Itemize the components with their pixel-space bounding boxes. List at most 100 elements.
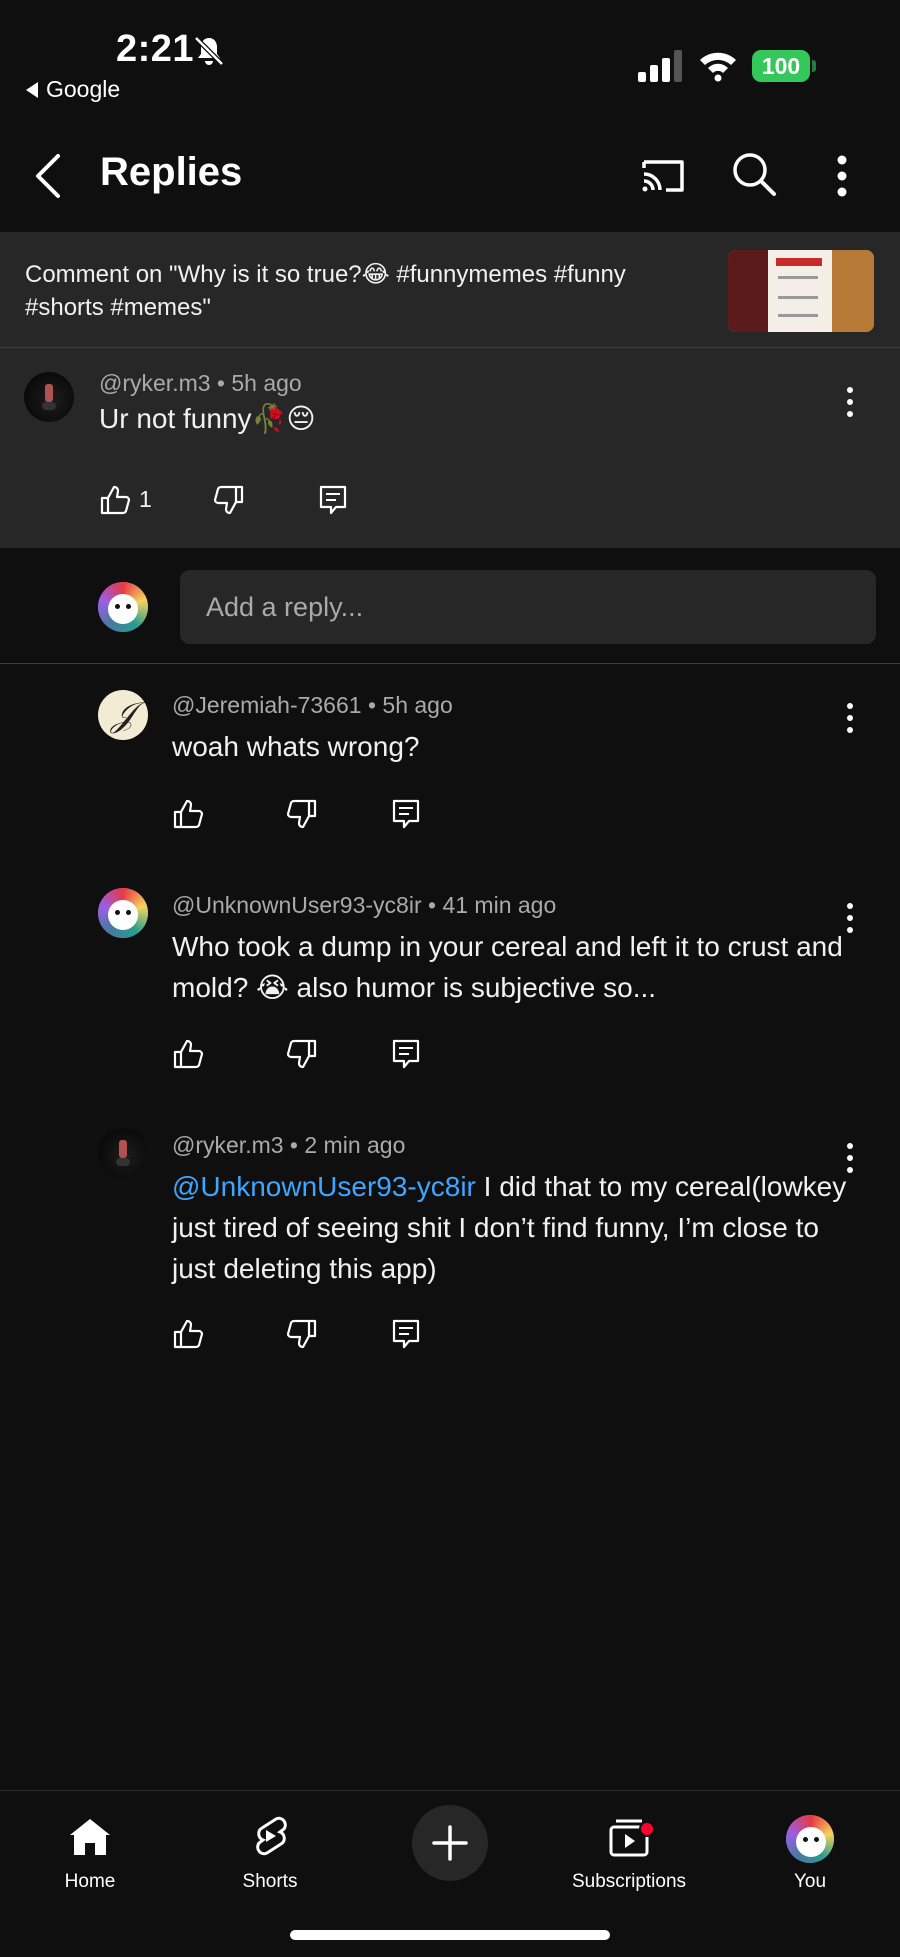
comment-actions	[172, 798, 432, 838]
avatar-figure	[116, 1158, 130, 1166]
more-vert-icon[interactable]	[840, 900, 860, 936]
thumbs-up-icon[interactable]	[99, 484, 131, 516]
nav-subscriptions[interactable]: Subscriptions	[549, 1805, 709, 1905]
battery-indicator: 100	[752, 50, 816, 82]
reply-item: @UnknownUser93-yc8ir • 41 min ago Who to…	[0, 864, 900, 1094]
header: Replies	[0, 120, 900, 232]
comment-time: 5h ago	[231, 370, 302, 396]
avatar	[98, 582, 148, 632]
comment-text: @UnknownUser93-yc8ir I did that to my ce…	[172, 1166, 852, 1289]
avatar	[786, 1815, 834, 1863]
nav-label: You	[793, 1871, 827, 1892]
avatar[interactable]	[98, 1128, 148, 1178]
notification-dot	[639, 1821, 655, 1837]
page-title: Replies	[100, 150, 243, 194]
comment-actions	[172, 1318, 432, 1358]
nav-label: Home	[64, 1871, 116, 1892]
thumbs-down-icon[interactable]	[286, 1038, 318, 1070]
nav-you[interactable]: You	[730, 1805, 890, 1905]
battery-level: 100	[752, 50, 810, 82]
comment-author[interactable]: @Jeremiah-73661	[172, 692, 362, 718]
avatar-eyes	[115, 604, 120, 609]
thumbs-down-icon[interactable]	[213, 484, 245, 516]
comment-text: woah whats wrong?	[172, 731, 420, 762]
plus-icon	[432, 1825, 468, 1861]
comment-author[interactable]: @UnknownUser93-yc8ir	[172, 892, 422, 918]
back-to-app-link[interactable]: Google	[26, 76, 120, 103]
more-vert-icon[interactable]	[840, 700, 860, 736]
video-thumbnail[interactable]	[728, 250, 874, 332]
replies-screen: 2:21 Google 100 Replies Comment on "Why …	[0, 0, 900, 1957]
reply-icon[interactable]	[317, 484, 349, 516]
nav-home[interactable]: Home	[10, 1805, 170, 1905]
avatar-face	[108, 900, 138, 930]
avatar-face	[108, 594, 138, 624]
avatar-eyes	[803, 1837, 808, 1842]
status-bar: 2:21 Google 100	[0, 0, 900, 120]
more-vert-icon[interactable]	[840, 1140, 860, 1176]
comment-author[interactable]: @ryker.m3	[172, 1132, 284, 1158]
status-time: 2:21	[116, 28, 195, 70]
avatar-figure	[42, 402, 56, 410]
search-icon[interactable]	[728, 148, 780, 200]
signal-icon	[638, 50, 682, 82]
comment-text: Who took a dump in your cereal and left …	[172, 931, 843, 1003]
comment-time: 41 min ago	[442, 892, 557, 918]
thumbnail-panel	[832, 250, 874, 332]
wifi-icon	[700, 52, 736, 82]
comment-actions: 1	[99, 484, 359, 524]
avatar[interactable]	[24, 372, 74, 422]
back-app-label: Google	[46, 76, 121, 102]
more-vert-icon[interactable]	[826, 150, 858, 202]
comment-meta: @Jeremiah-73661 • 5h ago	[172, 692, 453, 719]
avatar-face	[796, 1827, 826, 1857]
chevron-left-icon[interactable]	[30, 148, 70, 204]
like-count: 1	[139, 486, 152, 512]
user-mention-link[interactable]: @UnknownUser93-yc8ir	[172, 1171, 476, 1202]
avatar-figure	[119, 1140, 127, 1158]
comment-text: Ur not funny🥀😔	[99, 403, 316, 434]
add-reply-row	[0, 548, 900, 664]
thumbs-up-icon[interactable]	[172, 798, 204, 830]
meta-separator: •	[289, 1132, 298, 1158]
thumbnail-panel	[728, 250, 768, 332]
thumbs-down-icon[interactable]	[286, 1318, 318, 1350]
meta-separator: •	[367, 692, 377, 718]
cast-icon[interactable]	[638, 150, 688, 200]
thumbs-down-icon[interactable]	[286, 798, 318, 830]
thumbs-up-icon[interactable]	[172, 1038, 204, 1070]
reply-icon[interactable]	[390, 798, 422, 830]
reply-item: 𝒥 @Jeremiah-73661 • 5h ago woah whats wr…	[0, 664, 900, 854]
thumbnail-line	[778, 276, 818, 279]
meta-separator: •	[216, 370, 225, 396]
comment-meta: @ryker.m3 • 5h ago	[99, 370, 302, 397]
comment-time: 5h ago	[382, 692, 453, 718]
battery-tip	[812, 60, 816, 72]
reply-icon[interactable]	[390, 1318, 422, 1350]
more-vert-icon[interactable]	[840, 384, 860, 420]
video-context-bar[interactable]: Comment on "Why is it so true?😂 #funnyme…	[0, 232, 900, 348]
avatar[interactable]	[98, 888, 148, 938]
comment-author[interactable]: @ryker.m3	[99, 370, 211, 396]
comment-meta: @UnknownUser93-yc8ir • 41 min ago	[172, 892, 556, 919]
nav-shorts[interactable]: Shorts	[190, 1805, 350, 1905]
meta-separator: •	[428, 892, 437, 918]
nav-label: Shorts	[242, 1871, 298, 1892]
avatar[interactable]: 𝒥	[98, 690, 148, 740]
home-indicator[interactable]	[290, 1930, 610, 1940]
reply-item: @ryker.m3 • 2 min ago @UnknownUser93-yc8…	[0, 1104, 900, 1374]
parent-comment-section: Comment on "Why is it so true?😂 #funnyme…	[0, 232, 900, 548]
thumbnail-line	[778, 296, 818, 299]
create-button[interactable]	[412, 1805, 488, 1881]
thumbnail-banner	[776, 258, 822, 266]
avatar-figure	[45, 384, 53, 402]
video-context-text: Comment on "Why is it so true?😂 #funnyme…	[25, 261, 626, 321]
shorts-icon	[256, 1816, 287, 1856]
avatar-eyes	[115, 910, 120, 915]
comment-meta: @ryker.m3 • 2 min ago	[172, 1132, 405, 1159]
comment-time: 2 min ago	[304, 1132, 406, 1158]
reply-input[interactable]	[180, 570, 876, 644]
reply-icon[interactable]	[390, 1038, 422, 1070]
parent-comment: @ryker.m3 • 5h ago Ur not funny🥀😔 1	[0, 348, 900, 548]
thumbs-up-icon[interactable]	[172, 1318, 204, 1350]
